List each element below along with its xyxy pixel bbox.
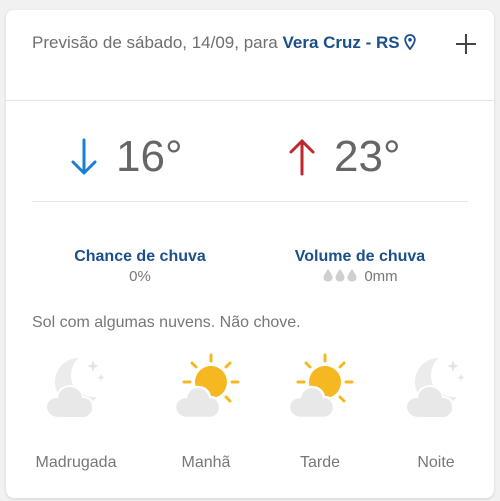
rain-chance: Chance de chuva 0% xyxy=(40,248,240,285)
arrow-down-icon xyxy=(71,138,97,175)
sun-cloud-icon xyxy=(173,353,240,420)
weather-description: Sol com algumas nuvens. Não chove. xyxy=(32,314,301,331)
title-prefix: Previsão de sábado, 14/09, para xyxy=(32,33,278,52)
period-name: Manhã xyxy=(181,454,231,471)
add-button[interactable] xyxy=(454,32,478,56)
divider xyxy=(32,201,468,202)
forecast-card: Previsão de sábado, 14/09, para Vera Cru… xyxy=(6,10,494,498)
rain-volume-value: 0mm xyxy=(364,268,398,285)
max-temp-value: 23° xyxy=(334,132,401,181)
moon-cloud-icon xyxy=(44,358,105,419)
sun-cloud-icon xyxy=(287,353,354,420)
forecast-title: Previsão de sábado, 14/09, para Vera Cru… xyxy=(32,32,432,53)
period-name: Noite xyxy=(417,454,455,471)
min-temp-value: 16° xyxy=(116,132,183,181)
period-madrugada: Madrugada xyxy=(21,352,131,472)
rain-chance-label: Chance de chuva xyxy=(74,248,206,265)
rain-chance-value: 0% xyxy=(129,268,151,285)
raindrops-icon xyxy=(323,269,357,282)
moon-cloud-icon xyxy=(404,358,465,419)
period-tarde: Tarde xyxy=(265,352,375,472)
period-manha: Manhã xyxy=(151,352,261,472)
city-name[interactable]: Vera Cruz - RS xyxy=(282,33,399,52)
min-temperature: 16° xyxy=(70,132,183,182)
period-noite: Noite xyxy=(381,352,491,472)
period-name: Madrugada xyxy=(35,454,117,471)
max-temperature: 23° xyxy=(288,132,401,182)
rain-volume: Volume de chuva 0mm xyxy=(260,248,460,285)
arrow-up-icon xyxy=(289,139,315,176)
location-pin-icon xyxy=(403,34,416,50)
period-name: Tarde xyxy=(299,454,341,471)
rain-volume-row: 0mm xyxy=(260,268,460,285)
rain-volume-label: Volume de chuva xyxy=(294,248,426,265)
forecast-header: Previsão de sábado, 14/09, para Vera Cru… xyxy=(6,10,494,101)
